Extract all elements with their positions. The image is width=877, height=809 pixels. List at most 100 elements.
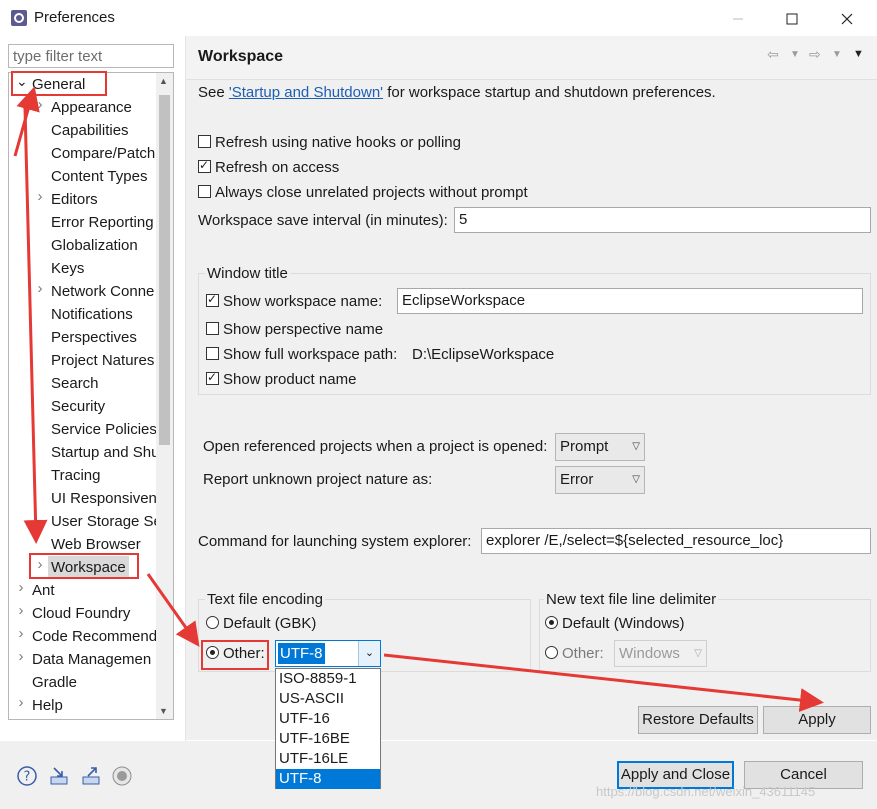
tree-item-label: Perspectives [51,329,137,346]
tree-item-perspectives[interactable]: Perspectives [51,326,137,349]
save-interval-input[interactable]: 5 [454,207,871,233]
filter-input[interactable] [8,44,174,68]
record-icon[interactable] [111,765,133,787]
chevron-right-icon[interactable]: › [16,579,26,602]
apply-button[interactable]: Apply [763,706,871,734]
tree-item-label: Data Managemen [32,651,152,668]
restore-defaults-button[interactable]: Restore Defaults [638,706,758,734]
always-close-box[interactable] [198,185,211,198]
export-icon[interactable] [80,765,102,787]
tree-item-notifications[interactable]: Notifications [51,303,133,326]
tree-item-appearance[interactable]: Appearance [51,96,132,119]
delimiter-default-radio-dot[interactable] [545,616,558,629]
tree-item-project-natures[interactable]: Project Natures [51,349,154,372]
chevron-right-icon[interactable]: › [16,625,26,648]
tree-item-globalization[interactable]: Globalization [51,234,138,257]
annotation-box-general [11,71,107,96]
show-full-path-label: Show full workspace path: [223,346,398,363]
scroll-down-icon[interactable]: ▼ [159,706,168,716]
tree-item-gradle[interactable]: Gradle [32,671,77,694]
chevron-right-icon[interactable]: › [35,280,45,303]
encoding-option[interactable]: UTF-8 [276,769,380,789]
delimiter-combo[interactable]: Windows ▽ [614,640,707,667]
workspace-name-input[interactable]: EclipseWorkspace [397,288,863,314]
encoding-option[interactable]: ISO-8859-1 [276,669,380,689]
tree-item-editors[interactable]: Editors [51,188,98,211]
refresh-native-checkbox[interactable]: Refresh using native hooks or polling [198,134,461,151]
tree-item-label: Compare/Patch [51,145,156,162]
scroll-up-icon[interactable]: ▲ [159,76,168,86]
chevron-right-icon[interactable]: › [35,188,45,211]
always-close-checkbox[interactable]: Always close unrelated projects without … [198,184,528,201]
tree-item-label: Web Browser [51,536,141,553]
chevron-down-icon[interactable]: ⌄ [358,641,380,666]
show-product-checkbox[interactable]: Show product name [206,370,356,388]
encoding-option[interactable]: UTF-16BE [276,729,380,749]
tree-item-label: Code Recommend [32,628,158,645]
tree-item-user-storage-se[interactable]: User Storage Se [51,510,162,533]
show-workspace-name-box[interactable] [206,292,219,307]
encoding-default-radio[interactable]: Default (GBK) [206,615,316,632]
tree-item-help[interactable]: Help [32,694,63,717]
close-button[interactable] [824,6,870,32]
tree-item-ant[interactable]: Ant [32,579,55,602]
open-referenced-combo[interactable]: Prompt ▽ [555,433,645,461]
explorer-cmd-input[interactable]: explorer /E,/select=${selected_resource_… [481,528,871,554]
tree-item-code-recommend[interactable]: Code Recommend [32,625,157,648]
chevron-right-icon[interactable]: › [16,694,26,717]
tree-item-keys[interactable]: Keys [51,257,84,280]
eclipse-app-icon [11,10,27,26]
report-unknown-combo[interactable]: Error ▽ [555,466,645,494]
tree-item-tracing[interactable]: Tracing [51,464,100,487]
encoding-option[interactable]: US-ASCII [276,689,380,709]
watermark: https://blog.csdn.net/weixin_43611145 [596,784,816,799]
chevron-right-icon[interactable]: › [35,96,45,119]
tree-item-cloud-foundry[interactable]: Cloud Foundry [32,602,130,625]
minimize-button[interactable] [715,6,761,32]
chevron-right-icon[interactable]: › [16,648,26,671]
scroll-thumb[interactable] [159,95,170,445]
tree-item-search[interactable]: Search [51,372,99,395]
show-full-path-box[interactable] [206,347,219,360]
delimiter-other-radio-dot[interactable] [545,646,558,659]
chevron-right-icon[interactable]: › [16,602,26,625]
show-full-path-checkbox[interactable]: Show full workspace path: [206,346,397,363]
maximize-button[interactable] [769,6,815,32]
tree-item-error-reporting[interactable]: Error Reporting [51,211,154,234]
tree-scrollbar[interactable]: ▲ ▼ [156,73,173,719]
forward-arrow-icon[interactable]: ⇨ [809,46,821,63]
tree-item-network-conne[interactable]: Network Conne [51,280,154,303]
encoding-option[interactable]: UTF-16 [276,709,380,729]
tree-item-content-types[interactable]: Content Types [51,165,147,188]
refresh-native-box[interactable] [198,135,211,148]
startup-shutdown-link[interactable]: 'Startup and Shutdown' [229,84,383,101]
view-menu-icon[interactable]: ▼ [853,48,864,60]
tree-item-security[interactable]: Security [51,395,105,418]
tree-item-data-managemen[interactable]: Data Managemen [32,648,151,671]
import-icon[interactable] [48,765,70,787]
tree-item-service-policies[interactable]: Service Policies [51,418,157,441]
delimiter-other-radio[interactable]: Other: [545,645,604,662]
tree-item-startup-and-shu[interactable]: Startup and Shu [51,441,159,464]
back-dropdown-icon[interactable]: ▼ [790,49,800,60]
help-icon[interactable]: ? [16,765,38,787]
show-product-box[interactable] [206,370,219,385]
refresh-access-checkbox[interactable]: Refresh on access [198,158,339,176]
forward-dropdown-icon[interactable]: ▼ [832,49,842,60]
encoding-option[interactable]: UTF-16LE [276,749,380,769]
delimiter-default-radio[interactable]: Default (Windows) [545,615,685,632]
tree-item-capabilities[interactable]: Capabilities [51,119,129,142]
refresh-access-box[interactable] [198,158,211,173]
back-arrow-icon[interactable]: ⇦ [767,46,779,63]
tree-item-label: Cloud Foundry [32,605,131,622]
chevron-down-icon: ▽ [632,441,640,452]
show-perspective-checkbox[interactable]: Show perspective name [206,321,383,338]
show-perspective-box[interactable] [206,322,219,335]
maximize-icon [786,13,798,25]
encoding-default-radio-dot[interactable] [206,616,219,629]
tree-item-compare-patch[interactable]: Compare/Patch [51,142,155,165]
show-workspace-name-checkbox[interactable]: Show workspace name: [206,292,382,310]
tree-item-ui-responsiven[interactable]: UI Responsiven [51,487,157,510]
encoding-combo[interactable]: UTF-8 ⌄ [275,640,381,667]
always-close-label: Always close unrelated projects without … [215,184,528,201]
